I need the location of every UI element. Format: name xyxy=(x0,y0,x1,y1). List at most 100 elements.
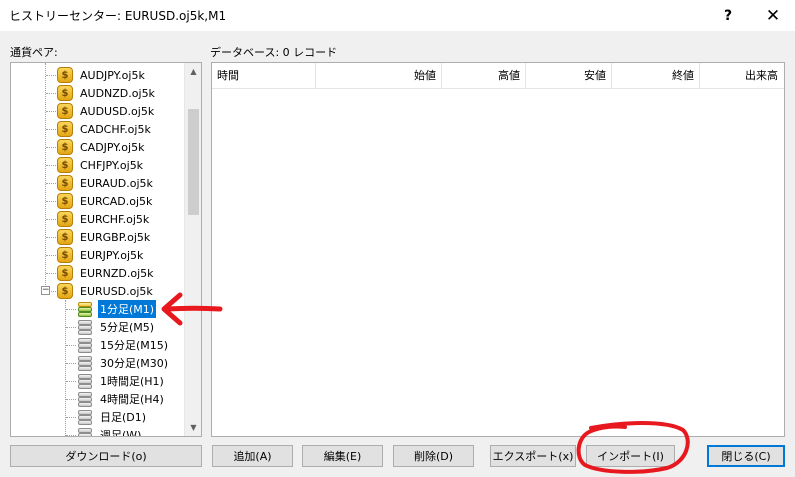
tree-scrollbar[interactable]: ▲ ▼ xyxy=(184,63,201,436)
help-button[interactable]: ? xyxy=(708,0,748,31)
tree-item-timeframe[interactable]: 1分足(M1) xyxy=(77,300,157,318)
tree-item-timeframe[interactable]: 1時間足(H1) xyxy=(77,372,166,390)
tree-guide-line xyxy=(66,399,76,400)
tree-item-label: 4時間足(H4) xyxy=(100,393,164,406)
tree-item-label: 15分足(M15) xyxy=(100,339,169,352)
currency-coin-icon: $ xyxy=(57,67,73,83)
tree-item-label: CADCHF.oj5k xyxy=(80,122,151,136)
column-low[interactable]: 安値 xyxy=(526,63,612,89)
tree-item-timeframe[interactable]: 週足(W) xyxy=(77,426,143,436)
tree-guide-line xyxy=(46,129,56,130)
tree-guide-line xyxy=(66,363,76,364)
currency-coin-icon: $ xyxy=(57,193,73,209)
tree-item-symbol[interactable]: $ EURAUD.oj5k xyxy=(57,174,155,192)
currency-coin-icon: $ xyxy=(57,157,73,173)
tree-guide-line xyxy=(46,219,56,220)
tree-guide-line xyxy=(65,300,66,436)
window-title: ヒストリーセンター: EURUSD.oj5k,M1 xyxy=(9,9,227,23)
column-time[interactable]: 時間 xyxy=(212,63,316,89)
tree-guide-line xyxy=(46,201,56,202)
edit-button[interactable]: 編集(E) xyxy=(302,445,383,467)
tree-item-label: 1時間足(H1) xyxy=(100,375,164,388)
tree-guide-line xyxy=(46,183,56,184)
scroll-thumb[interactable] xyxy=(188,109,199,215)
database-icon xyxy=(77,301,93,317)
tree-item-label: EURAUD.oj5k xyxy=(80,176,153,190)
tree-item-label: 5分足(M5) xyxy=(100,321,155,334)
tree-guide-line xyxy=(46,75,56,76)
column-open[interactable]: 始値 xyxy=(316,63,442,89)
tree-guide-line xyxy=(45,63,46,291)
tree-item-label: 日足(D1) xyxy=(100,411,147,424)
tree-item-label: CHFJPY.oj5k xyxy=(80,158,144,172)
column-volume[interactable]: 出来高 xyxy=(700,63,783,89)
tree-item-symbol[interactable]: $ AUDJPY.oj5k xyxy=(57,66,147,84)
tree-item-label: EURUSD.oj5k xyxy=(80,284,153,298)
currency-pair-label: 通貨ペア: xyxy=(10,46,58,59)
tree-item-symbol[interactable]: $ CADJPY.oj5k xyxy=(57,138,146,156)
tree-item-label: EURGBP.oj5k xyxy=(80,230,151,244)
database-icon xyxy=(77,373,93,389)
tree-item-timeframe[interactable]: 30分足(M30) xyxy=(77,354,170,372)
database-icon xyxy=(77,319,93,335)
close-button[interactable]: 閉じる(C) xyxy=(707,445,785,467)
tree-item-timeframe[interactable]: 15分足(M15) xyxy=(77,336,170,354)
tree-item-label: EURCAD.oj5k xyxy=(80,194,153,208)
download-button[interactable]: ダウンロード(o) xyxy=(10,445,202,467)
tree-item-symbol[interactable]: $ EURCAD.oj5k xyxy=(57,192,154,210)
tree-item-symbol[interactable]: $ EURGBP.oj5k xyxy=(57,228,152,246)
tree-item-symbol[interactable]: $ EURUSD.oj5k xyxy=(57,282,155,300)
tree-guide-line xyxy=(46,147,56,148)
tree-item-symbol[interactable]: $ AUDNZD.oj5k xyxy=(57,84,157,102)
tree-content: $ AUDJPY.oj5k $ AUDNZD.oj5k $ AUDUSD.oj5k $ CAD… xyxy=(11,63,185,436)
currency-coin-icon: $ xyxy=(57,175,73,191)
currency-coin-icon: $ xyxy=(57,283,73,299)
currency-coin-icon: $ xyxy=(57,229,73,245)
database-icon xyxy=(77,391,93,407)
tree-guide-line xyxy=(66,417,76,418)
tree-guide-line xyxy=(66,435,76,436)
scroll-down-icon[interactable]: ▼ xyxy=(185,419,201,436)
tree-item-label: AUDJPY.oj5k xyxy=(80,68,145,82)
tree-item-label: 週足(W) xyxy=(100,429,142,436)
tree-item-label: EURCHF.oj5k xyxy=(80,212,150,226)
tree-guide-line xyxy=(46,255,56,256)
tree-item-symbol[interactable]: $ CHFJPY.oj5k xyxy=(57,156,145,174)
tree-item-symbol[interactable]: $ EURJPY.oj5k xyxy=(57,246,145,264)
collapse-toggle-icon[interactable]: − xyxy=(41,286,50,295)
tree-item-symbol[interactable]: $ EURCHF.oj5k xyxy=(57,210,151,228)
tree-guide-line xyxy=(66,381,76,382)
tree-item-label: AUDUSD.oj5k xyxy=(80,104,155,118)
database-icon xyxy=(77,409,93,425)
table-header: 時間 始値 高値 安値 終値 出来高 xyxy=(212,63,784,89)
tree-guide-line xyxy=(46,111,56,112)
tree-guide-line xyxy=(46,273,56,274)
tree-item-symbol[interactable]: $ EURNZD.oj5k xyxy=(57,264,156,282)
tree-item-label: EURNZD.oj5k xyxy=(80,266,154,280)
tree-guide-line xyxy=(66,309,76,310)
currency-coin-icon: $ xyxy=(57,265,73,281)
currency-coin-icon: $ xyxy=(57,85,73,101)
history-table[interactable]: 時間 始値 高値 安値 終値 出来高 xyxy=(211,62,785,437)
tree-guide-line xyxy=(46,237,56,238)
database-icon xyxy=(77,337,93,353)
close-window-button[interactable]: ✕ xyxy=(753,0,793,31)
add-button[interactable]: 追加(A) xyxy=(212,445,293,467)
delete-button[interactable]: 削除(D) xyxy=(393,445,474,467)
tree-item-timeframe[interactable]: 5分足(M5) xyxy=(77,318,156,336)
import-button[interactable]: インポート(I) xyxy=(586,445,675,467)
tree-item-symbol[interactable]: $ AUDUSD.oj5k xyxy=(57,102,156,120)
tree-item-timeframe[interactable]: 日足(D1) xyxy=(77,408,148,426)
scroll-up-icon[interactable]: ▲ xyxy=(185,63,201,80)
tree-item-timeframe[interactable]: 4時間足(H4) xyxy=(77,390,166,408)
tree-guide-line xyxy=(46,165,56,166)
tree-item-symbol[interactable]: $ CADCHF.oj5k xyxy=(57,120,153,138)
tree-item-label: EURJPY.oj5k xyxy=(80,248,144,262)
tree-guide-line xyxy=(66,327,76,328)
export-button[interactable]: エクスポート(x) xyxy=(490,445,576,467)
database-icon xyxy=(77,355,93,371)
symbol-tree[interactable]: $ AUDJPY.oj5k $ AUDNZD.oj5k $ AUDUSD.oj5k $ CAD… xyxy=(10,62,202,437)
currency-coin-icon: $ xyxy=(57,139,73,155)
column-close[interactable]: 終値 xyxy=(612,63,700,89)
column-high[interactable]: 高値 xyxy=(442,63,526,89)
